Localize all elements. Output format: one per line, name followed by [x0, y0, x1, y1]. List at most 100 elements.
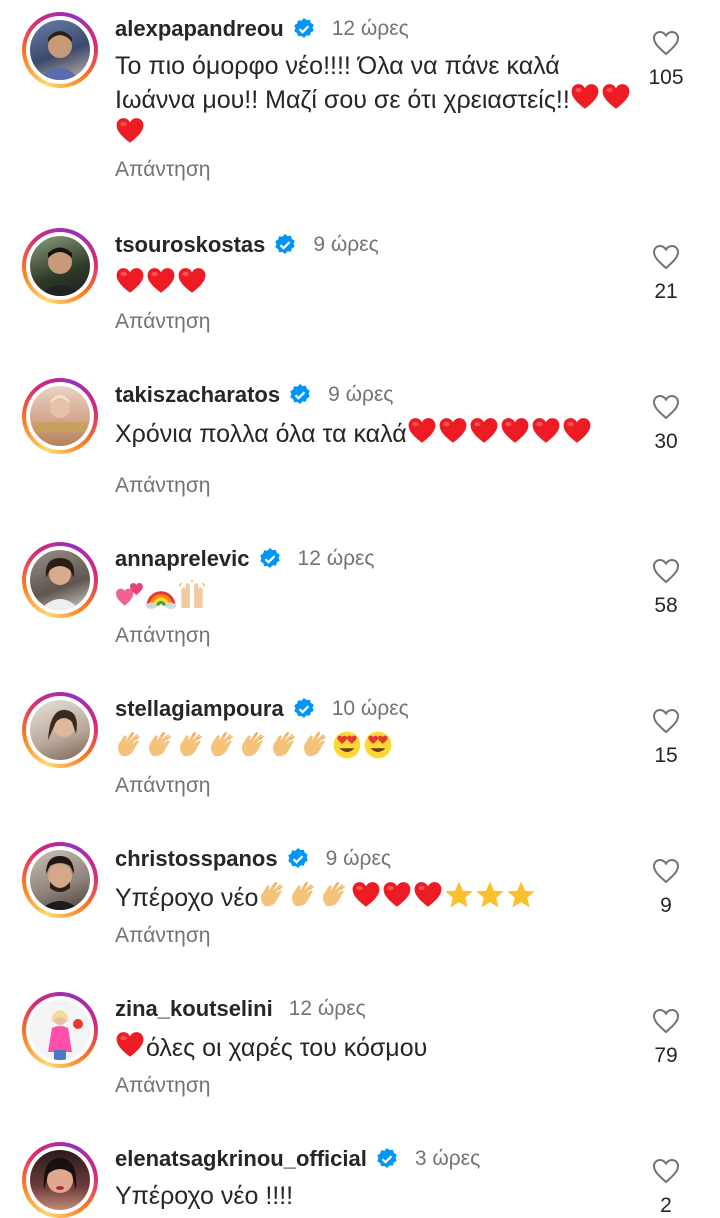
avatar — [30, 236, 90, 296]
red-heart-emoji-icon — [439, 418, 467, 443]
heart-outline-icon[interactable] — [652, 558, 680, 584]
comment-text — [115, 266, 640, 300]
reply-button[interactable]: Απάντηση — [115, 1074, 210, 1098]
red-heart-emoji-icon — [532, 418, 560, 443]
emoji-sequence — [258, 881, 537, 912]
clap-emoji-icon — [242, 731, 264, 757]
reply-button[interactable]: Απάντηση — [115, 774, 210, 798]
verified-badge-icon — [259, 548, 280, 568]
reply-button[interactable]: Απάντηση — [115, 474, 210, 498]
comment-username[interactable]: tsouroskostas — [115, 232, 265, 258]
comment-username[interactable]: alexpapandreou — [115, 16, 284, 42]
comment-timestamp: 10 ώρες — [331, 697, 409, 720]
red-heart-emoji-icon — [147, 268, 175, 293]
red-heart-emoji-icon — [563, 418, 591, 443]
comment-username[interactable]: takiszacharatos — [115, 382, 280, 408]
rainbow-emoji-icon — [146, 591, 176, 609]
story-ring[interactable] — [22, 542, 98, 618]
story-ring[interactable] — [22, 992, 98, 1068]
like-count: 58 — [654, 594, 678, 617]
comment-text: Χρόνια πολλα όλα τα καλά — [115, 416, 640, 450]
red-heart-emoji-icon — [116, 118, 144, 143]
red-heart-emoji-icon — [501, 418, 529, 443]
like-count: 79 — [654, 1044, 678, 1067]
comment-timestamp: 9 ώρες — [313, 233, 379, 256]
heart-outline-icon[interactable] — [652, 394, 680, 420]
heart-outline-icon[interactable] — [652, 708, 680, 734]
emoji-sequence — [407, 418, 593, 448]
comment-text: Υπέροχο νέο — [115, 880, 640, 914]
comment-text: Το πιο όμορφο νέο!!!! Όλα να πάνε καλά Ι… — [115, 50, 640, 150]
heart-outline-icon[interactable] — [652, 30, 680, 56]
comment-timestamp: 12 ώρες — [297, 547, 375, 570]
red-heart-emoji-icon — [352, 882, 380, 907]
star-emoji-icon — [476, 881, 505, 908]
two-hearts-emoji-icon — [116, 583, 143, 606]
reply-button[interactable]: Απάντηση — [115, 624, 210, 648]
avatar — [30, 1150, 90, 1210]
like-count: 30 — [654, 430, 678, 453]
star-emoji-icon — [507, 881, 536, 908]
verified-badge-icon — [377, 1148, 397, 1168]
clap-emoji-icon — [261, 881, 284, 907]
avatar — [30, 386, 90, 446]
heart-outline-icon[interactable] — [652, 858, 680, 884]
comment-text: όλες οι χαρές του κόσμου — [115, 1030, 640, 1064]
comment-text — [115, 730, 640, 764]
story-ring[interactable] — [22, 692, 98, 768]
reply-button[interactable]: Απάντηση — [115, 158, 210, 182]
like-count: 105 — [648, 66, 684, 89]
verified-badge-icon — [290, 384, 310, 404]
comment-timestamp: 9 ώρες — [325, 847, 391, 870]
clap-emoji-icon — [180, 731, 202, 757]
clap-emoji-icon — [149, 731, 171, 757]
clap-emoji-icon — [323, 881, 346, 907]
avatar — [30, 550, 90, 610]
comment-username[interactable]: zina_koutselini — [115, 996, 273, 1022]
avatar — [30, 20, 90, 80]
comment-text: Υπέροχο νέο !!!! — [115, 1182, 294, 1210]
emoji-sequence — [115, 268, 208, 298]
comment-username[interactable]: stellagiampoura — [115, 696, 284, 722]
red-heart-emoji-icon — [178, 268, 206, 293]
red-heart-emoji-icon — [383, 882, 411, 907]
clap-emoji-icon — [211, 731, 233, 757]
heart-eyes-emoji-icon — [364, 731, 392, 759]
reply-button[interactable]: Απάντηση — [115, 924, 210, 948]
story-ring[interactable] — [22, 12, 98, 88]
story-ring[interactable] — [22, 1142, 98, 1218]
comment-text — [115, 580, 640, 614]
like-count: 2 — [660, 1194, 672, 1217]
comment-timestamp: 12 ώρες — [288, 997, 366, 1020]
story-ring[interactable] — [22, 228, 98, 304]
clap-emoji-icon — [273, 731, 295, 757]
raised-hands-emoji-icon — [178, 580, 206, 608]
clap-emoji-icon — [292, 881, 315, 907]
comment-timestamp: 3 ώρες — [414, 1147, 481, 1170]
verified-badge-icon — [294, 698, 314, 718]
verified-badge-icon — [275, 234, 296, 254]
heart-outline-icon[interactable] — [652, 244, 680, 270]
comment-timestamp: 12 ώρες — [331, 17, 409, 40]
like-count: 9 — [660, 894, 672, 917]
red-heart-emoji-icon — [116, 268, 144, 293]
story-ring[interactable] — [22, 378, 98, 454]
comment-username[interactable]: christosspanos — [115, 846, 278, 872]
emoji-sequence — [115, 580, 208, 612]
verified-badge-icon — [294, 18, 314, 38]
avatar — [30, 850, 90, 910]
red-heart-emoji-icon — [571, 84, 599, 109]
story-ring[interactable] — [22, 842, 98, 918]
comment-username[interactable]: annaprelevic — [115, 546, 250, 572]
comment-timestamp: 9 ώρες — [328, 383, 394, 406]
reply-button[interactable]: Απάντηση — [115, 310, 210, 334]
heart-outline-icon[interactable] — [652, 1008, 680, 1034]
emoji-sequence — [115, 1032, 146, 1062]
heart-outline-icon[interactable] — [652, 1158, 680, 1184]
red-heart-emoji-icon — [116, 1032, 144, 1057]
like-count: 21 — [654, 280, 678, 303]
clap-emoji-icon — [304, 731, 326, 757]
comment-username[interactable]: elenatsagkrinou_official — [115, 1146, 367, 1172]
avatar — [30, 700, 90, 760]
red-heart-emoji-icon — [414, 882, 442, 907]
